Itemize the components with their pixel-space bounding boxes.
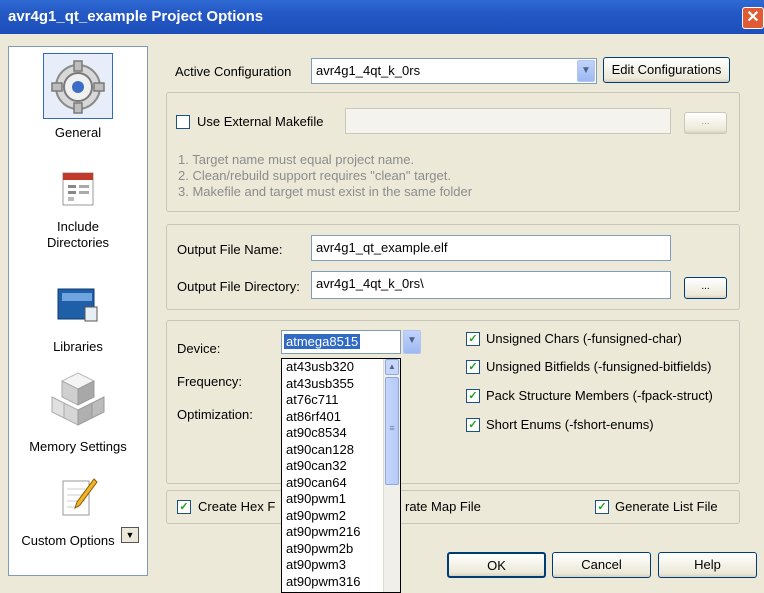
makefile-note: 1. Target name must equal project name. <box>178 152 415 167</box>
dropdown-scrollbar[interactable]: ▲ ≡ <box>383 359 400 592</box>
unsigned-bitfields-checkbox[interactable]: ✓ <box>466 360 480 374</box>
makefile-note: 3. Makefile and target must exist in the… <box>178 184 473 199</box>
active-configuration-select[interactable]: avr4g1_4qt_k_0rs ▼ <box>311 58 597 84</box>
scroll-up-icon[interactable]: ▲ <box>385 359 399 375</box>
unsigned-chars-checkbox[interactable]: ✓ <box>466 332 480 346</box>
cancel-button[interactable]: Cancel <box>552 552 651 578</box>
output-directory-browse-button[interactable]: ... <box>684 277 727 299</box>
options-sidebar: General Include Directories Libraries Me… <box>8 46 148 576</box>
sidebar-item-label: Memory Settings <box>29 439 127 454</box>
makefile-note: 2. Clean/rebuild support requires "clean… <box>178 168 451 183</box>
pack-structure-members-label: Pack Structure Members (-fpack-struct) <box>486 388 713 403</box>
chevron-down-icon[interactable]: ▼ <box>403 330 421 354</box>
scroll-down-icon[interactable]: ▼ <box>121 527 139 543</box>
active-configuration-label: Active Configuration <box>175 64 292 79</box>
edit-configurations-button[interactable]: Edit Configurations <box>603 57 730 83</box>
sidebar-item-memory-settings[interactable]: Memory Settings <box>9 369 147 455</box>
use-external-makefile-label: Use External Makefile <box>197 114 324 129</box>
unsigned-bitfields-label: Unsigned Bitfields (-funsigned-bitfields… <box>486 359 712 374</box>
generate-list-file-label: Generate List File <box>615 499 718 514</box>
notepad-pencil-icon <box>62 478 98 516</box>
active-configuration-value: avr4g1_4qt_k_0rs <box>316 63 421 78</box>
sidebar-item-label: General <box>54 125 102 140</box>
window-title: avr4g1_qt_example Project Options <box>8 8 264 25</box>
help-button[interactable]: Help <box>658 552 757 578</box>
sidebar-item-include-directories[interactable]: Include Directories <box>9 169 147 251</box>
short-enums-label: Short Enums (-fshort-enums) <box>486 417 654 432</box>
generate-list-file-checkbox[interactable]: ✓ <box>595 500 609 514</box>
short-enums-checkbox[interactable]: ✓ <box>466 418 480 432</box>
output-file-name-input[interactable]: avr4g1_qt_example.elf <box>311 235 671 261</box>
sidebar-item-label: Include Directories <box>46 219 110 250</box>
title-bar: avr4g1_qt_example Project Options ✕ <box>0 0 764 34</box>
device-dropdown-list[interactable]: at43usb320 at43usb355 at76c711 at86rf401 at9… <box>281 358 401 593</box>
scroll-thumb[interactable]: ≡ <box>385 377 399 485</box>
device-label: Device: <box>177 341 221 356</box>
sidebar-item-label: Libraries <box>53 339 103 354</box>
output-file-directory-input[interactable]: avr4g1_4qt_k_0rs\ <box>311 271 671 299</box>
use-external-makefile-checkbox[interactable] <box>176 115 190 129</box>
makefile-path-input[interactable] <box>345 108 671 134</box>
makefile-browse-button[interactable]: ... <box>684 112 727 134</box>
optimization-label: Optimization: <box>177 407 253 422</box>
create-hex-file-label: Create Hex F <box>198 499 276 514</box>
device-select[interactable]: atmega8515 <box>281 330 401 354</box>
gear-icon <box>51 60 105 114</box>
cubes-icon <box>51 372 105 426</box>
device-value: atmega8515 <box>284 334 361 349</box>
generate-map-file-label: rate Map File <box>405 499 481 514</box>
book-icon <box>57 288 98 322</box>
ok-button[interactable]: OK <box>447 552 546 578</box>
sidebar-item-general[interactable]: General <box>9 59 147 141</box>
create-hex-file-checkbox[interactable]: ✓ <box>177 500 191 514</box>
chevron-down-icon: ▼ <box>577 60 595 82</box>
close-button[interactable]: ✕ <box>742 7 764 29</box>
unsigned-chars-label: Unsigned Chars (-funsigned-char) <box>486 331 682 346</box>
sidebar-item-libraries[interactable]: Libraries <box>9 283 147 355</box>
folder-list-icon <box>62 172 94 206</box>
output-file-directory-label: Output File Directory: <box>177 279 300 294</box>
output-file-name-label: Output File Name: <box>177 242 283 257</box>
pack-structure-members-checkbox[interactable]: ✓ <box>466 389 480 403</box>
frequency-label: Frequency: <box>177 374 243 389</box>
